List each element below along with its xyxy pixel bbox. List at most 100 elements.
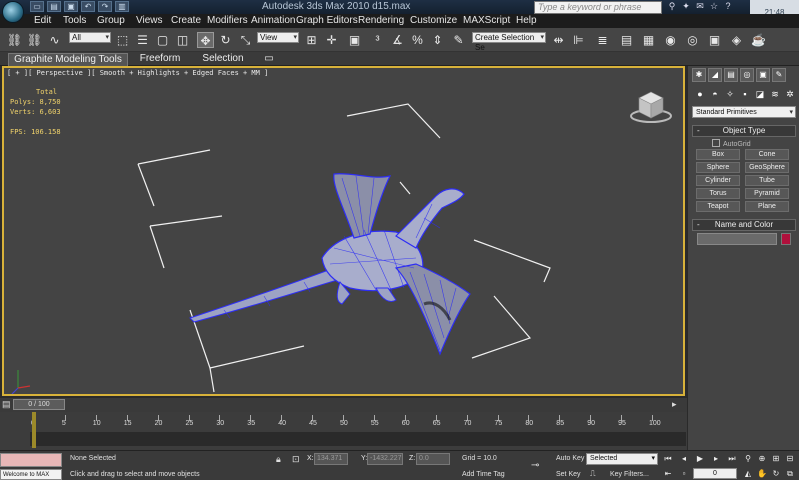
maxscript-mini-listener-output[interactable] — [0, 453, 62, 467]
mirror-icon[interactable]: ⇹ — [550, 32, 567, 48]
teapot-button[interactable]: Teapot — [696, 201, 740, 212]
frame-spinner-icon[interactable]: ▫ — [678, 468, 690, 480]
schematic-view-icon[interactable]: ▦ — [640, 32, 657, 48]
save-icon[interactable]: ▣ — [64, 1, 78, 12]
go-to-end-icon[interactable]: ⏭ — [726, 453, 738, 465]
sphere-button[interactable]: Sphere — [696, 162, 740, 173]
absolute-mode-icon[interactable]: ⊡ — [292, 454, 300, 465]
plane-button[interactable]: Plane — [745, 201, 789, 212]
torus-button[interactable]: Torus — [696, 188, 740, 199]
menu-modifiers[interactable]: Modifiers — [207, 15, 248, 26]
menu-graph-editors[interactable]: Graph Editors — [296, 15, 358, 26]
keyboard-shortcut-icon[interactable]: ▣ — [346, 32, 363, 48]
spacewarps-icon[interactable]: ≋ — [769, 88, 781, 100]
select-rotate-icon[interactable]: ↻ — [217, 32, 234, 48]
pivot-center-icon[interactable]: ⊞ — [303, 32, 320, 48]
angle-snap-icon[interactable]: ∡ — [389, 32, 406, 48]
select-move-icon[interactable]: ✥ — [197, 32, 214, 48]
object-type-rollout[interactable]: Object Type — [692, 125, 796, 137]
spinner-snap-icon[interactable]: ⇕ — [429, 32, 446, 48]
layer-manager-icon[interactable]: ≣ — [594, 32, 611, 48]
tab-freeform[interactable]: Freeform — [132, 53, 188, 66]
select-object-icon[interactable]: ⬚ — [114, 32, 131, 48]
percent-snap-icon[interactable]: % — [409, 32, 426, 48]
undo-icon[interactable]: ↶ — [81, 1, 95, 12]
open-file-icon[interactable]: ▤ — [47, 1, 61, 12]
key-icon[interactable]: ⊸ — [531, 460, 539, 471]
maxscript-listener[interactable]: Welcome to MAX — [0, 469, 62, 480]
material-editor-icon[interactable]: ◉ — [662, 32, 679, 48]
dragon-model[interactable] — [189, 173, 471, 356]
shapes-icon[interactable]: ◓ — [709, 88, 721, 100]
cylinder-button[interactable]: Cylinder — [696, 175, 740, 186]
key-filters-button[interactable]: Key Filters... — [610, 471, 649, 478]
perspective-viewport[interactable]: [ + ][ Perspective ][ Smooth + Highlight… — [2, 66, 685, 396]
tube-button[interactable]: Tube — [745, 175, 789, 186]
current-frame-field[interactable]: 0 — [693, 468, 737, 479]
x-coordinate-field[interactable]: 134.371 — [314, 453, 348, 465]
select-scale-icon[interactable]: ⤡ — [237, 32, 254, 48]
key-mode-toggle-icon[interactable]: ⇤ — [662, 468, 674, 480]
key-mode-dropdown[interactable]: Selected — [586, 453, 658, 465]
current-frame-marker[interactable] — [32, 412, 36, 448]
menu-rendering[interactable]: Rendering — [358, 15, 404, 26]
primitive-type-dropdown[interactable]: Standard Primitives — [692, 106, 796, 118]
field-of-view-icon[interactable]: ◭ — [742, 468, 754, 480]
render-setup-icon[interactable]: ◎ — [684, 32, 701, 48]
zoom-extents-icon[interactable]: ⊞ — [770, 453, 782, 465]
default-tangent-icon[interactable]: ⎍ — [590, 469, 596, 479]
object-color-swatch[interactable] — [781, 233, 791, 245]
menu-maxscript[interactable]: MAXScript — [463, 15, 510, 26]
time-slider[interactable]: ▤ 0 / 100 ▸ — [0, 398, 687, 412]
new-file-icon[interactable]: ▭ — [30, 1, 44, 12]
motion-tab-icon[interactable]: ◎ — [740, 68, 754, 82]
redo-icon[interactable]: ↷ — [98, 1, 112, 12]
zoom-icon[interactable]: ⚲ — [742, 453, 754, 465]
tab-graphite-modeling-tools[interactable]: Graphite Modeling Tools — [8, 53, 128, 66]
pan-icon[interactable]: ✋ — [756, 468, 768, 480]
viewcube-icon[interactable] — [629, 88, 673, 124]
curve-editor-icon[interactable]: ▤ — [618, 32, 635, 48]
y-coordinate-field[interactable]: -1432.227 — [367, 453, 403, 465]
app-logo-button[interactable] — [2, 1, 24, 23]
teapot-render-icon[interactable]: ☕ — [750, 32, 767, 48]
z-coordinate-field[interactable]: 0.0 — [416, 453, 450, 465]
modify-tab-icon[interactable]: ◢ — [708, 68, 722, 82]
next-frame-arrow-icon[interactable]: ▸ — [672, 399, 677, 410]
go-to-start-icon[interactable]: ⏮ — [662, 453, 674, 465]
cone-button[interactable]: Cone — [745, 149, 789, 160]
zoom-all-icon[interactable]: ⊕ — [756, 453, 768, 465]
unlink-icon[interactable]: ⛓ — [26, 32, 43, 48]
menu-help[interactable]: Help — [516, 15, 537, 26]
selection-filter-dropdown[interactable]: All — [69, 32, 111, 43]
zoom-extents-all-icon[interactable]: ⊟ — [784, 453, 796, 465]
key-track[interactable] — [30, 432, 686, 446]
utilities-tab-icon[interactable]: ✎ — [772, 68, 786, 82]
subscription-icon[interactable]: ✦ — [680, 1, 692, 12]
name-and-color-rollout[interactable]: Name and Color — [692, 219, 796, 231]
helpers-icon[interactable]: ◪ — [754, 88, 766, 100]
help-icon[interactable]: ? — [722, 1, 734, 12]
bind-spacewarp-icon[interactable]: ∿ — [46, 32, 63, 48]
menu-create[interactable]: Create — [171, 15, 201, 26]
menu-group[interactable]: Group — [97, 15, 125, 26]
systems-icon[interactable]: ✲ — [784, 88, 796, 100]
reference-coordinate-dropdown[interactable]: View — [257, 32, 299, 43]
mini-curve-editor-icon[interactable]: ▤ — [2, 399, 11, 410]
rectangle-selection-icon[interactable]: ▢ — [154, 32, 171, 48]
display-tab-icon[interactable]: ▣ — [756, 68, 770, 82]
align-icon[interactable]: ⊫ — [570, 32, 587, 48]
next-frame-icon[interactable]: ▸ — [710, 453, 722, 465]
play-icon[interactable]: ▶ — [694, 453, 706, 465]
menu-views[interactable]: Views — [136, 15, 163, 26]
maximize-viewport-icon[interactable]: ⧉ — [784, 468, 796, 480]
lights-icon[interactable]: ✧ — [724, 88, 736, 100]
favorites-icon[interactable]: ☆ — [708, 1, 720, 12]
menu-customize[interactable]: Customize — [410, 15, 457, 26]
set-key-button[interactable]: Set Key — [556, 471, 581, 478]
project-folder-icon[interactable]: ▥ — [115, 1, 129, 12]
render-production-icon[interactable]: ◈ — [728, 32, 745, 48]
create-tab-icon[interactable]: ✱ — [692, 68, 706, 82]
previous-frame-icon[interactable]: ◂ — [678, 453, 690, 465]
rendered-frame-icon[interactable]: ▣ — [706, 32, 723, 48]
